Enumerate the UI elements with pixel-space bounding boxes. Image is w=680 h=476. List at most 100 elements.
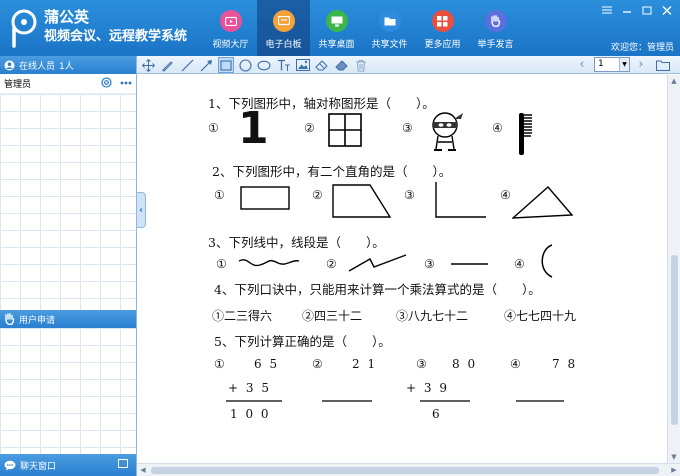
q1-option-1: ① [208, 121, 219, 135]
nav-label: 更多应用 [424, 40, 461, 50]
welcome-text: 欢迎您：管理员 [610, 43, 674, 53]
q4-option-4: ④七七四十九 [504, 309, 577, 323]
q1-option-2: ② [304, 121, 315, 135]
sum-line [226, 400, 282, 402]
clear-eraser-icon[interactable] [334, 57, 350, 73]
rectangle-figure [240, 186, 290, 210]
pencil-tool-icon[interactable] [159, 57, 175, 73]
nav-label: 视频大厅 [212, 40, 249, 50]
online-count: 1人 [59, 61, 74, 72]
ellipse-tool-icon[interactable] [256, 57, 272, 73]
q5-a-top: 6 5 [254, 357, 280, 371]
raise-hand-icon [484, 10, 507, 32]
nav-raise-hand[interactable]: 举手发言 [469, 0, 522, 56]
online-users-header: 在线人员 1人 [0, 56, 136, 74]
nav-share-desktop[interactable]: 共享桌面 [310, 0, 363, 56]
horizontal-scrollbar[interactable]: ◀ ▶ [137, 463, 680, 476]
prev-page-icon[interactable]: ‹ [575, 57, 589, 73]
scroll-up-icon[interactable]: ▲ [668, 75, 680, 87]
nav-video-hall[interactable]: 视频大厅 [204, 0, 257, 56]
q5-c-addend: + 3 9 [406, 381, 449, 395]
line-tool-icon[interactable] [179, 57, 195, 73]
question-5: 5、下列计算正确的是（ ）。 [214, 334, 391, 349]
image-tool-icon[interactable] [295, 57, 311, 73]
text-tool-icon[interactable] [276, 57, 292, 73]
collapse-panel-button[interactable]: ‹ [137, 192, 146, 228]
folder-icon [378, 10, 401, 32]
hand-icon [5, 313, 15, 325]
target-icon[interactable] [101, 77, 112, 88]
arc-figure [541, 244, 553, 278]
nav-share-files[interactable]: 共享文件 [363, 0, 416, 56]
scroll-thumb[interactable] [671, 255, 678, 425]
open-folder-icon[interactable] [655, 57, 671, 73]
nav-more-apps[interactable]: 更多应用 [416, 0, 469, 56]
q5-option-4: ④ [510, 357, 521, 371]
monitor-icon [325, 10, 348, 32]
segment-figure [451, 263, 488, 265]
q5-option-2: ② [312, 357, 323, 371]
q3-option-4: ④ [514, 257, 525, 271]
maximize-icon[interactable] [640, 4, 654, 16]
sum-line [420, 400, 470, 402]
nav-label: 共享桌面 [318, 40, 355, 50]
q5-b-top: 2 1 [352, 357, 378, 371]
q2-option-4: ④ [500, 188, 511, 202]
menu-icon[interactable] [600, 4, 614, 16]
q5-option-3: ③ [416, 357, 427, 371]
scroll-right-icon[interactable]: ▶ [668, 464, 680, 476]
q5-a-result: 1 0 0 [230, 407, 271, 421]
curve-line-figure [238, 259, 300, 267]
next-page-icon[interactable]: › [634, 57, 648, 73]
chat-label: 聊天窗口 [20, 461, 57, 472]
question-4: 4、下列口诀中，只能用来计算一个乘法算式的是（ ）。 [214, 282, 541, 297]
minimize-icon[interactable] [620, 4, 634, 16]
sum-line [322, 400, 372, 402]
whiteboard-icon [272, 10, 295, 32]
q5-c-top: 8 0 [452, 357, 478, 371]
user-apply-header: 用户申请 [0, 310, 136, 328]
apps-icon [431, 10, 454, 32]
whiteboard-canvas[interactable]: 1、下列图形中，轴对称图形是（ ）。 ① 1 ② ③ ④ 2、下列图形中，有二个… [146, 75, 667, 463]
q2-option-3: ③ [404, 188, 415, 202]
q2-option-1: ① [214, 188, 225, 202]
q4-option-3: ③八九七十二 [396, 309, 469, 323]
question-3: 3、下列线中，线段是（ ）。 [208, 235, 385, 250]
rectangle-tool-icon[interactable] [218, 57, 234, 73]
popout-icon[interactable] [118, 459, 128, 468]
circle-tool-icon[interactable] [237, 57, 253, 73]
user-list-item[interactable]: 管理员 [0, 74, 136, 94]
brand: 蒲公英 视频会议、远程教学系统 [44, 8, 187, 46]
nav-label: 共享文件 [371, 40, 408, 50]
apply-label: 用户申请 [19, 315, 56, 326]
page-select[interactable]: 1 ▼ [594, 57, 630, 72]
window-controls [600, 4, 674, 16]
eraser-tool-icon[interactable] [314, 57, 330, 73]
q4-option-1: ①二三得六 [212, 309, 273, 323]
window-grid-figure [328, 113, 362, 147]
move-tool-icon[interactable] [140, 57, 156, 73]
nav-whiteboard[interactable]: 电子白板 [257, 0, 310, 56]
q5-d-top: 7 8 [552, 357, 578, 371]
more-options-icon[interactable] [120, 81, 132, 85]
q3-option-2: ② [326, 257, 337, 271]
tv-icon [219, 10, 242, 32]
right-trapezoid-figure [332, 184, 392, 218]
main-nav: 视频大厅 电子白板 共享桌面 共享文件 更多应用 举手发言 [204, 0, 522, 56]
trash-icon[interactable] [353, 57, 369, 73]
close-icon[interactable] [660, 4, 674, 16]
triangle-figure [512, 186, 574, 219]
q5-option-1: ① [214, 357, 225, 371]
user-name: 管理员 [4, 80, 32, 90]
scroll-thumb[interactable] [151, 467, 659, 474]
q2-option-2: ② [312, 188, 323, 202]
chat-window-bar[interactable]: 聊天窗口 [0, 454, 136, 476]
user-icon [4, 60, 15, 70]
digit-one-figure: 1 [238, 103, 269, 154]
arrow-tool-icon[interactable] [198, 57, 214, 73]
comb-figure [519, 113, 532, 155]
vertical-scrollbar[interactable]: ▲ ▼ [667, 75, 680, 463]
scroll-down-icon[interactable]: ▼ [668, 451, 680, 463]
scroll-left-icon[interactable]: ◀ [137, 464, 149, 476]
apply-list-grid [0, 328, 136, 454]
